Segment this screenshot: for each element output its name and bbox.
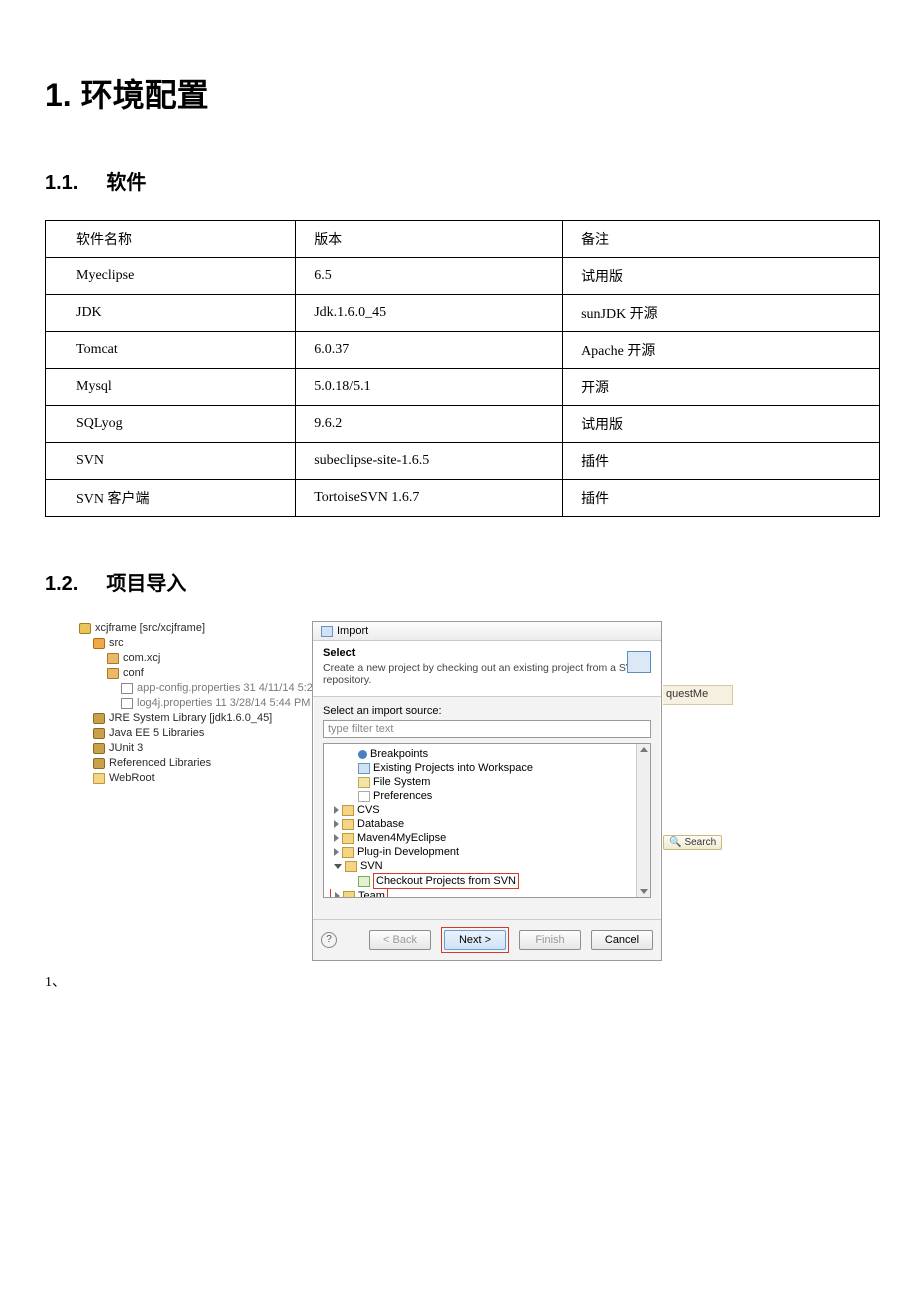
import-projects-icon: [358, 763, 370, 774]
source-label: Select an import source:: [323, 705, 651, 717]
table-row: Tomcat6.0.37Apache 开源: [46, 332, 880, 369]
tree-item[interactable]: CVS: [357, 803, 380, 817]
dialog-title: Import: [337, 625, 368, 637]
heading-1-1: 1.1.软件: [45, 166, 880, 195]
dialog-button-bar: ? < Back Next > Finish Cancel: [313, 919, 661, 960]
breakpoints-icon: [358, 750, 367, 759]
step-number: 1、: [45, 971, 66, 991]
heading-1-2: 1.2.项目导入: [45, 567, 880, 596]
tree-item[interactable]: Team: [358, 889, 385, 898]
tree-item[interactable]: Maven4MyEclipse: [357, 831, 446, 845]
preferences-icon: [358, 791, 370, 802]
th-version: 版本: [296, 221, 563, 258]
folder-icon: [342, 805, 354, 816]
tree-item[interactable]: Plug-in Development: [357, 845, 459, 859]
project-explorer: xcjframe [src/xcjframe] src com.xcj conf…: [77, 621, 312, 786]
library-icon: [93, 743, 105, 754]
expand-icon[interactable]: [334, 834, 339, 842]
expand-icon[interactable]: [334, 848, 339, 856]
project-icon: [79, 623, 91, 634]
tree-item[interactable]: Existing Projects into Workspace: [373, 761, 533, 775]
screenshot: 1、 xcjframe [src/xcjframe] src com.xcj c…: [77, 621, 880, 991]
dialog-banner: Select Create a new project by checking …: [313, 641, 661, 697]
tree-item[interactable]: File System: [373, 775, 430, 789]
tree-item[interactable]: WebRoot: [109, 771, 155, 786]
tree-item[interactable]: xcjframe [src/xcjframe]: [95, 621, 205, 636]
banner-heading: Select: [323, 647, 651, 659]
file-icon: [121, 683, 133, 694]
tree-item[interactable]: conf: [123, 666, 144, 681]
tree-item[interactable]: Breakpoints: [370, 747, 428, 761]
folder-icon: [342, 847, 354, 858]
finish-button[interactable]: Finish: [519, 930, 581, 950]
banner-description: Create a new project by checking out an …: [323, 662, 651, 686]
scrollbar[interactable]: [636, 744, 650, 897]
tree-item[interactable]: Referenced Libraries: [109, 756, 211, 771]
table-header-row: 软件名称 版本 备注: [46, 221, 880, 258]
expand-icon[interactable]: [334, 820, 339, 828]
file-icon: [121, 698, 133, 709]
checkout-icon: [358, 876, 370, 887]
folder-icon: [343, 891, 355, 899]
th-name: 软件名称: [46, 221, 296, 258]
library-icon: [93, 713, 105, 724]
tree-item[interactable]: Database: [357, 817, 404, 831]
tree-item[interactable]: Preferences: [373, 789, 432, 803]
import-wizard-icon: [627, 651, 651, 673]
table-row: SQLyog9.6.2试用版: [46, 406, 880, 443]
folder-icon: [342, 833, 354, 844]
table-row: SVNsubeclipse-site-1.6.5插件: [46, 443, 880, 480]
background-fragment: questMe 🔍Search: [663, 685, 733, 850]
table-row: JDKJdk.1.6.0_45sunJDK 开源: [46, 295, 880, 332]
back-button[interactable]: < Back: [369, 930, 431, 950]
next-button[interactable]: Next >: [444, 930, 506, 950]
tree-item-selected[interactable]: Checkout Projects from SVN: [373, 873, 519, 889]
cancel-button[interactable]: Cancel: [591, 930, 653, 950]
search-icon: 🔍: [669, 837, 681, 848]
package-icon: [107, 653, 119, 664]
expand-icon[interactable]: [335, 892, 340, 898]
import-dialog: Import Select Create a new project by ch…: [312, 621, 662, 961]
library-icon: [93, 758, 105, 769]
tree-item[interactable]: src: [109, 636, 124, 651]
software-table: 软件名称 版本 备注 Myeclipse6.5试用版 JDKJdk.1.6.0_…: [45, 220, 880, 517]
editor-tab-fragment: questMe: [663, 685, 733, 705]
filter-input[interactable]: type filter text: [323, 720, 651, 738]
collapse-icon[interactable]: [334, 864, 342, 869]
tree-item[interactable]: com.xcj: [123, 651, 160, 666]
folder-icon: [93, 773, 105, 784]
table-row: Mysql5.0.18/5.1开源: [46, 369, 880, 406]
table-row: Myeclipse6.5试用版: [46, 258, 880, 295]
heading-1: 1. 环境配置: [45, 70, 880, 116]
table-row: SVN 客户端TortoiseSVN 1.6.7插件: [46, 480, 880, 517]
next-highlight: Next >: [441, 927, 509, 953]
help-icon[interactable]: ?: [321, 932, 337, 948]
folder-icon: [345, 861, 357, 872]
import-source-tree: Breakpoints Existing Projects into Works…: [323, 743, 651, 898]
package-icon: [107, 668, 119, 679]
import-icon: [321, 626, 333, 637]
dialog-title-bar: Import: [313, 622, 661, 641]
library-icon: [93, 728, 105, 739]
tree-item[interactable]: JUnit 3: [109, 741, 143, 756]
expand-icon[interactable]: [334, 806, 339, 814]
folder-icon: [342, 819, 354, 830]
search-tab[interactable]: 🔍Search: [663, 835, 722, 850]
tree-item[interactable]: Java EE 5 Libraries: [109, 726, 204, 741]
tree-item[interactable]: JRE System Library [jdk1.6.0_45]: [109, 711, 272, 726]
th-remark: 备注: [563, 221, 880, 258]
source-folder-icon: [93, 638, 105, 649]
filesystem-icon: [358, 777, 370, 788]
tree-item[interactable]: SVN: [360, 859, 383, 873]
